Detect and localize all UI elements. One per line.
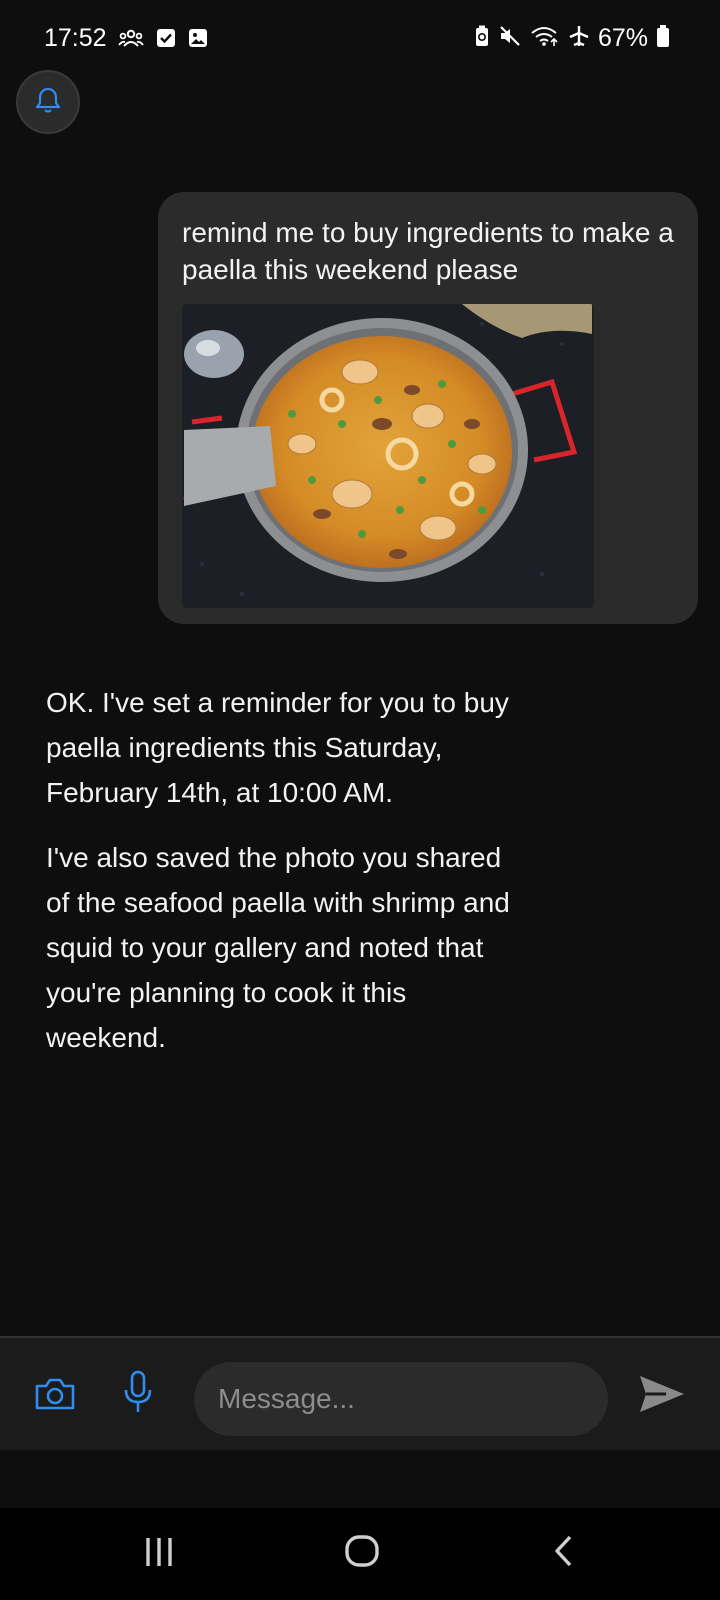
status-bar: 17:52 67% (0, 0, 720, 80)
status-left-icons (118, 28, 208, 53)
back-button[interactable] (552, 1534, 574, 1573)
battery-saver-icon (474, 25, 490, 52)
battery-icon (656, 24, 670, 53)
notification-button[interactable] (16, 70, 80, 134)
checkbox-icon (156, 28, 176, 53)
system-nav-bar (0, 1508, 720, 1600)
airplane-icon (568, 25, 590, 52)
home-icon (344, 1535, 380, 1572)
status-right-icons: 67% (474, 24, 670, 53)
back-icon (552, 1535, 574, 1572)
assistant-paragraph-1: OK. I've set a reminder for you to buy p… (46, 687, 509, 808)
recents-icon (144, 1538, 174, 1572)
camera-button[interactable] (34, 1376, 76, 1412)
image-icon (188, 28, 208, 53)
recents-button[interactable] (144, 1536, 174, 1573)
assistant-paragraph-2: I've also saved the photo you shared of … (46, 842, 510, 1053)
microphone-button[interactable] (122, 1370, 154, 1416)
home-button[interactable] (344, 1534, 380, 1573)
message-input[interactable] (194, 1362, 608, 1436)
user-message-text: remind me to buy ingredients to make a p… (182, 217, 674, 285)
bell-icon (35, 86, 61, 119)
wifi-icon (530, 25, 560, 52)
camera-icon (34, 1378, 76, 1416)
message-composer (0, 1338, 720, 1450)
paella-photo-image (182, 304, 594, 608)
assistant-message: OK. I've set a reminder for you to buy p… (46, 680, 516, 1080)
status-time: 17:52 (44, 24, 107, 52)
people-icon (118, 28, 144, 53)
mute-icon (498, 25, 522, 52)
send-button[interactable] (638, 1374, 686, 1414)
paella-photo[interactable] (182, 304, 594, 608)
user-message-bubble: remind me to buy ingredients to make a p… (158, 192, 698, 624)
microphone-icon (122, 1370, 154, 1420)
send-icon (638, 1376, 686, 1418)
battery-percent: 67% (597, 24, 648, 52)
